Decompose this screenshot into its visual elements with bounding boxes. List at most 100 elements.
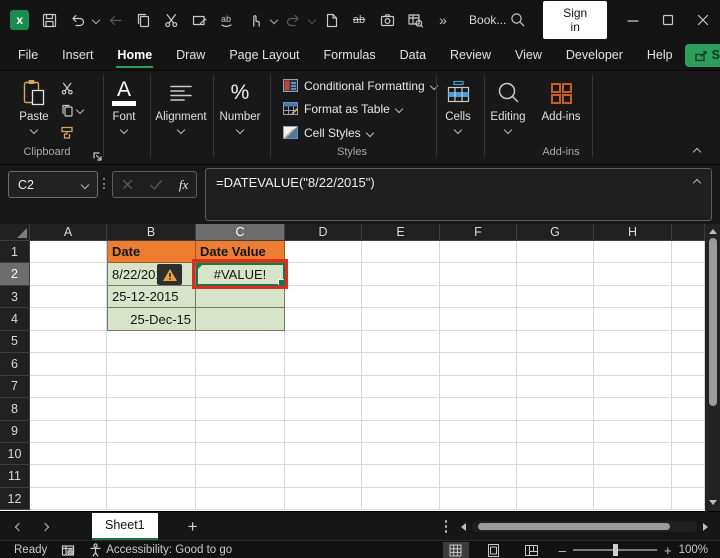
- cell-B6[interactable]: [107, 353, 196, 376]
- col-header-partial[interactable]: [672, 224, 705, 241]
- accessibility-status[interactable]: Accessibility: Good to go: [89, 543, 232, 557]
- cell-A6[interactable]: [30, 353, 107, 376]
- cell-D6[interactable]: [285, 353, 362, 376]
- tab-page-layout[interactable]: Page Layout: [217, 41, 311, 69]
- cell-D11[interactable]: [285, 465, 362, 488]
- camera-button[interactable]: [376, 9, 399, 32]
- cell-B9[interactable]: [107, 420, 196, 443]
- cell-H1[interactable]: [594, 241, 672, 264]
- clipboard-dialog-launcher-icon[interactable]: [84, 145, 110, 167]
- cell-G7[interactable]: [517, 375, 594, 399]
- zoom-in-button[interactable]: +: [664, 543, 672, 558]
- cell-B11[interactable]: [107, 465, 196, 488]
- col-header-E[interactable]: E: [362, 224, 440, 241]
- cell-G9[interactable]: [517, 420, 594, 443]
- conditional-formatting-button[interactable]: Conditional Formatting: [283, 75, 438, 96]
- cell-C5[interactable]: [196, 330, 285, 354]
- col-header-G[interactable]: G: [517, 224, 594, 241]
- tab-draw[interactable]: Draw: [164, 41, 217, 69]
- tab-developer[interactable]: Developer: [554, 41, 635, 69]
- cell-E5[interactable]: [362, 330, 440, 354]
- tab-review[interactable]: Review: [438, 41, 503, 69]
- vertical-scroll-thumb[interactable]: [708, 238, 717, 406]
- cell-G10[interactable]: [517, 442, 594, 466]
- cell-C6[interactable]: [196, 353, 285, 376]
- cut-button[interactable]: [160, 9, 183, 32]
- cell-F4[interactable]: [440, 308, 517, 331]
- font-group-button[interactable]: A Font: [98, 75, 150, 147]
- cell-D7[interactable]: [285, 375, 362, 399]
- enter-icon[interactable]: [149, 178, 163, 191]
- cell-E1[interactable]: [362, 241, 440, 264]
- table-lookup-button[interactable]: [404, 9, 427, 32]
- cell-H8[interactable]: [594, 398, 672, 421]
- sign-in-button[interactable]: Sign in: [543, 1, 608, 39]
- row-header-11[interactable]: 11: [0, 465, 30, 488]
- cell-C7[interactable]: [196, 375, 285, 399]
- cell-filler-9[interactable]: [672, 420, 705, 443]
- cell-F6[interactable]: [440, 353, 517, 376]
- cell-G8[interactable]: [517, 398, 594, 421]
- tab-insert[interactable]: Insert: [50, 41, 105, 69]
- cell-E8[interactable]: [362, 398, 440, 421]
- zoom-out-button[interactable]: –: [559, 543, 566, 558]
- cell-filler-5[interactable]: [672, 330, 705, 354]
- cell-H7[interactable]: [594, 375, 672, 399]
- cell-E3[interactable]: [362, 285, 440, 309]
- cell-B3[interactable]: 25-12-2015: [107, 285, 196, 309]
- cell-filler-7[interactable]: [672, 375, 705, 399]
- cell-H9[interactable]: [594, 420, 672, 443]
- search-icon[interactable]: [506, 9, 529, 32]
- cell-G1[interactable]: [517, 241, 594, 264]
- next-sheet-icon[interactable]: [40, 522, 50, 531]
- save-button[interactable]: [38, 9, 61, 32]
- cell-D1[interactable]: [285, 241, 362, 264]
- undo-button[interactable]: [66, 9, 89, 32]
- name-box[interactable]: C2: [8, 171, 98, 198]
- cell-E11[interactable]: [362, 465, 440, 488]
- col-header-C[interactable]: C: [196, 224, 285, 241]
- col-header-F[interactable]: F: [440, 224, 517, 241]
- cell-D9[interactable]: [285, 420, 362, 443]
- editing-group-button[interactable]: Editing: [483, 75, 533, 147]
- tab-data[interactable]: Data: [388, 41, 438, 69]
- select-all-button[interactable]: [0, 224, 30, 241]
- row-header-8[interactable]: 8: [0, 398, 30, 421]
- ribbon-collapse-icon[interactable]: [692, 147, 702, 157]
- row-header-6[interactable]: 6: [0, 353, 30, 376]
- cell-G6[interactable]: [517, 353, 594, 376]
- addins-button[interactable]: Add-ins: [534, 75, 588, 147]
- row-header-7[interactable]: 7: [0, 375, 30, 399]
- tab-home[interactable]: Home: [105, 41, 164, 69]
- hscroll-left-icon[interactable]: [461, 522, 466, 531]
- scroll-down-icon[interactable]: [708, 500, 717, 505]
- cell-filler-4[interactable]: [672, 308, 705, 331]
- format-painter-button[interactable]: [54, 122, 80, 144]
- cell-H12[interactable]: [594, 487, 672, 511]
- cell-filler-1[interactable]: [672, 241, 705, 264]
- col-header-A[interactable]: A: [30, 224, 107, 241]
- add-sheet-button[interactable]: +: [188, 518, 198, 535]
- share-button[interactable]: Share: [684, 43, 720, 67]
- sheet-tab-sheet1[interactable]: Sheet1: [92, 512, 158, 541]
- copy-ribbon-button[interactable]: [54, 99, 88, 121]
- cell-F10[interactable]: [440, 442, 517, 466]
- row-header-12[interactable]: 12: [0, 487, 30, 511]
- cell-C10[interactable]: [196, 442, 285, 466]
- cell-E7[interactable]: [362, 375, 440, 399]
- format-as-table-button[interactable]: Format as Table: [283, 98, 404, 119]
- cell-A11[interactable]: [30, 465, 107, 488]
- cell-F2[interactable]: [440, 263, 517, 286]
- cell-A1[interactable]: [30, 241, 107, 264]
- cell-H4[interactable]: [594, 308, 672, 331]
- cell-C2[interactable]: #VALUE!: [196, 263, 285, 286]
- zoom-slider-thumb[interactable]: [612, 544, 618, 556]
- zoom-level[interactable]: 100%: [679, 544, 708, 556]
- cell-F5[interactable]: [440, 330, 517, 354]
- touch-mode-dropdown-icon[interactable]: [270, 15, 279, 25]
- normal-view-button[interactable]: [442, 542, 469, 558]
- error-options-button[interactable]: [157, 264, 182, 285]
- alignment-group-button[interactable]: Alignment: [152, 75, 210, 147]
- row-header-2[interactable]: 2: [0, 263, 30, 286]
- cell-B10[interactable]: [107, 442, 196, 466]
